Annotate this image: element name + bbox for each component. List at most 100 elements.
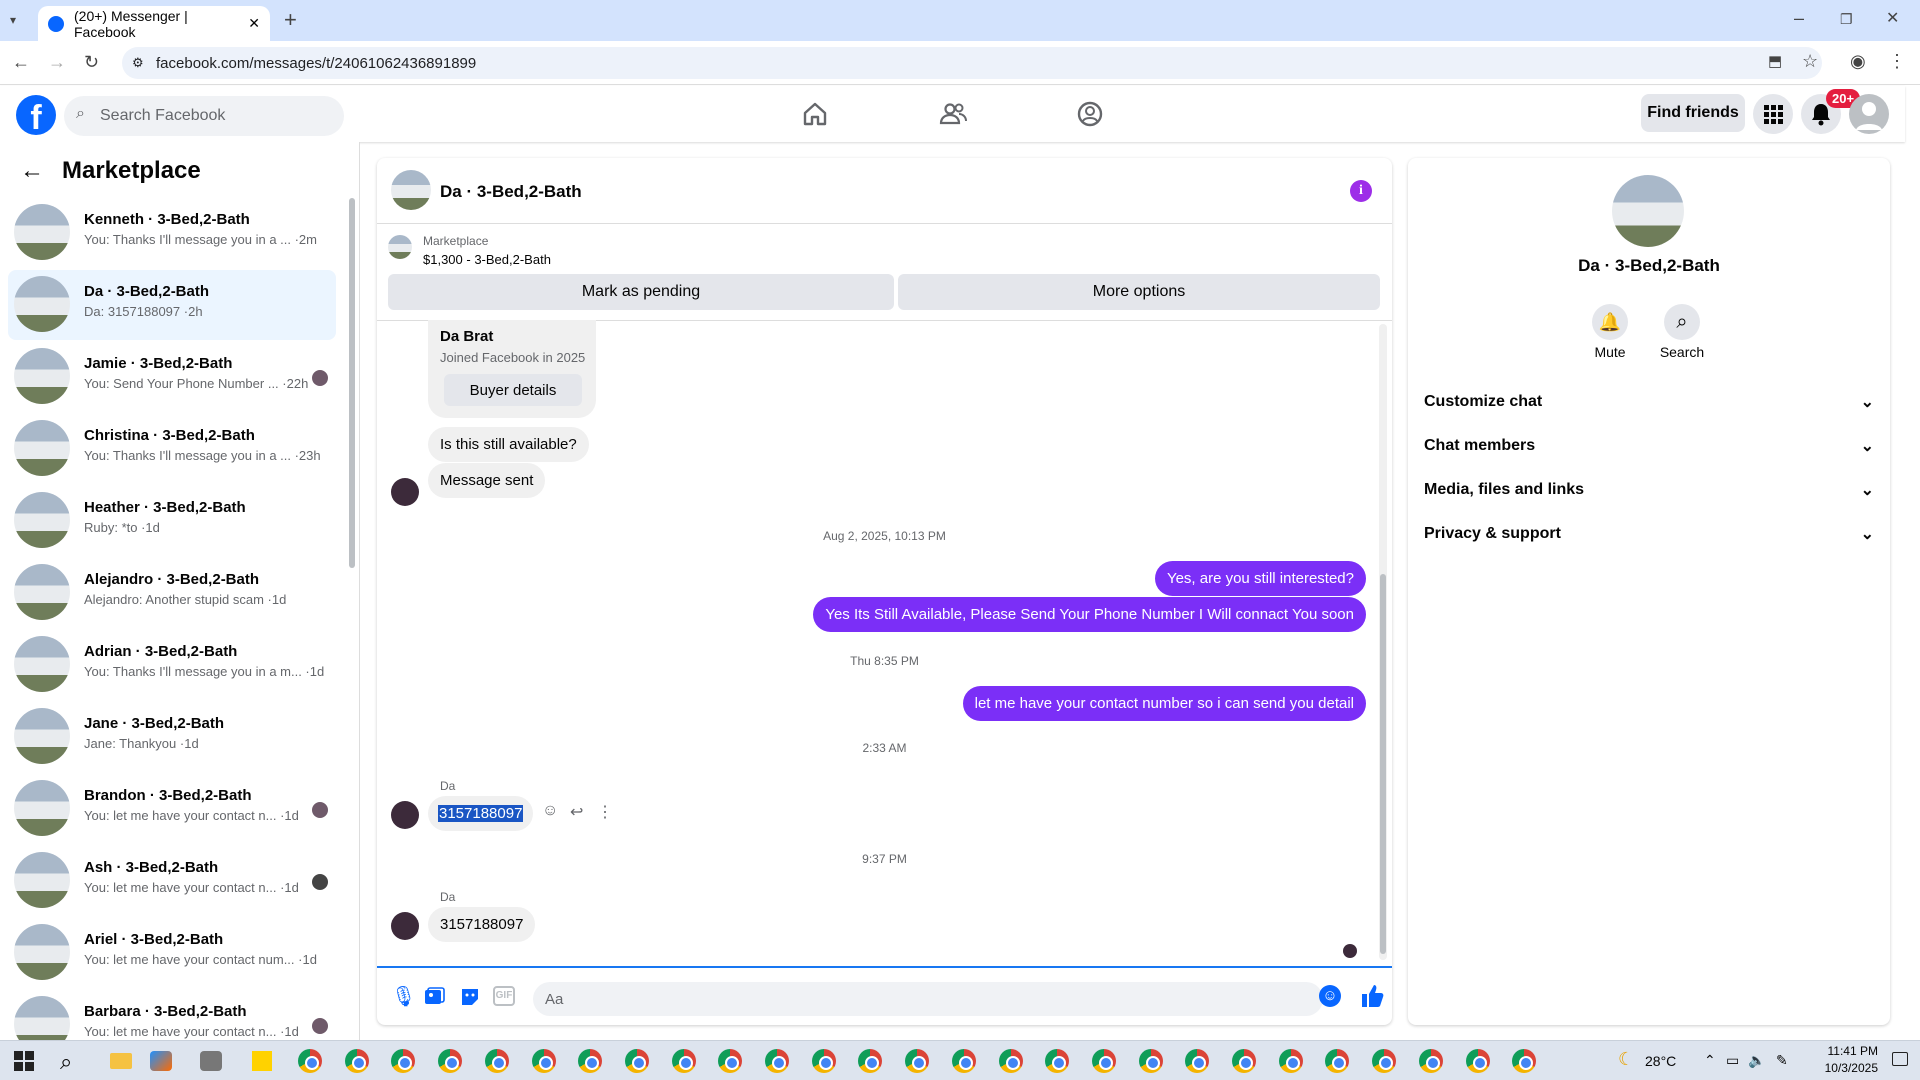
find-friends-button[interactable]: Find friends	[1641, 94, 1745, 132]
more-options-button[interactable]: More options	[898, 274, 1380, 310]
bookmark-star-icon[interactable]: ☆	[1802, 51, 1818, 71]
chrome-taskbar-icon[interactable]	[1418, 1049, 1443, 1073]
chrome-taskbar-icon[interactable]	[1091, 1049, 1116, 1073]
chrome-taskbar-icon[interactable]	[1232, 1049, 1256, 1073]
chrome-taskbar-icon[interactable]	[298, 1049, 322, 1073]
search-conversation-button[interactable]: ⌕	[1664, 304, 1700, 340]
listing-price[interactable]: $1,300 - 3-Bed,2-Bath	[423, 252, 551, 267]
conversation-item[interactable]: Jane · 3-Bed,2-Bath Jane: Thankyou ·1d	[8, 702, 336, 772]
groups-icon[interactable]	[1076, 100, 1104, 128]
message-bubble[interactable]: Message sent	[428, 463, 546, 498]
message-bubble[interactable]: 3157188097	[428, 796, 534, 831]
conversation-item[interactable]: Heather · 3-Bed,2-Bath Ruby: *to ·1d	[8, 486, 336, 556]
reload-icon[interactable]: ↻	[84, 52, 99, 72]
customize-chat-row[interactable]: Customize chat ⌄	[1424, 380, 1874, 424]
sent-message-bubble[interactable]: Yes, are you still interested?	[1154, 561, 1366, 596]
url-field[interactable]: ⚙ facebook.com/messages/t/24061062436891…	[122, 47, 1822, 79]
selected-phone-text[interactable]: 3157188097	[438, 805, 524, 822]
sidebar-scrollbar[interactable]	[349, 198, 355, 568]
emoji-icon[interactable]: ☺	[1319, 985, 1341, 1007]
chrome-taskbar-icon[interactable]	[1325, 1049, 1350, 1073]
sticky-notes-icon[interactable]	[252, 1051, 272, 1071]
chrome-taskbar-icon[interactable]	[811, 1049, 836, 1073]
account-avatar[interactable]	[1849, 94, 1889, 134]
thumbs-up-icon[interactable]	[1359, 983, 1385, 1009]
conversation-item[interactable]: Barbara · 3-Bed,2-Bath You: let me have y…	[8, 990, 336, 1040]
temperature[interactable]: 28°C	[1645, 1053, 1676, 1069]
chrome-taskbar-icon[interactable]	[1512, 1049, 1537, 1073]
message-input[interactable]: Aa	[533, 982, 1323, 1016]
chat-scroll-thumb[interactable]	[1380, 574, 1386, 954]
copilot-icon[interactable]	[150, 1051, 172, 1071]
gif-icon[interactable]: GIF	[493, 986, 515, 1006]
chrome-taskbar-icon[interactable]	[531, 1049, 556, 1073]
windows-start-icon[interactable]	[14, 1051, 34, 1071]
conversation-item[interactable]: Ash · 3-Bed,2-Bath You: let me have your …	[8, 846, 336, 916]
chrome-taskbar-icon[interactable]	[1465, 1049, 1490, 1073]
tray-chevron-icon[interactable]: ⌃	[1704, 1052, 1716, 1069]
conversation-item[interactable]: Christina · 3-Bed,2-Bath You: Thanks I'll…	[8, 414, 336, 484]
back-icon[interactable]: ←	[12, 52, 30, 72]
chrome-taskbar-icon[interactable]	[858, 1049, 883, 1073]
chrome-taskbar-icon[interactable]	[671, 1049, 696, 1073]
more-actions-icon[interactable]: ⋮	[597, 802, 613, 822]
chrome-taskbar-icon[interactable]	[1185, 1049, 1210, 1073]
forward-icon[interactable]: →	[48, 52, 66, 72]
clock-date[interactable]: 10/3/2025	[1818, 1061, 1878, 1075]
install-app-icon[interactable]: ⬒	[1768, 52, 1782, 72]
sent-message-bubble[interactable]: Yes Its Still Available, Please Send You…	[813, 597, 1366, 632]
chat-title[interactable]: Da · 3-Bed,2-Bath	[440, 182, 582, 202]
conversation-item[interactable]: Ariel · 3-Bed,2-Bath You: let me have you…	[8, 918, 336, 988]
mute-button[interactable]: 🔔	[1592, 304, 1628, 340]
chrome-taskbar-icon[interactable]	[578, 1049, 603, 1073]
volume-icon[interactable]: 🔈	[1748, 1052, 1765, 1069]
microphone-icon[interactable]: 🎙	[391, 984, 416, 1009]
info-icon[interactable]: i	[1350, 180, 1372, 202]
chrome-taskbar-icon[interactable]	[624, 1049, 649, 1073]
chrome-taskbar-icon[interactable]	[1138, 1049, 1163, 1073]
chrome-taskbar-icon[interactable]	[951, 1049, 976, 1073]
tab-search-icon[interactable]: ▾	[10, 10, 16, 30]
chrome-taskbar-icon[interactable]	[438, 1049, 463, 1073]
message-bubble[interactable]: 3157188097	[428, 907, 536, 942]
chrome-menu-icon[interactable]: ⋮	[1888, 51, 1906, 71]
site-info-icon[interactable]: ⚙	[132, 55, 144, 71]
conversation-item[interactable]: Kenneth · 3-Bed,2-Bath You: Thanks I'll m…	[8, 198, 336, 268]
network-icon[interactable]: ▭	[1726, 1052, 1739, 1069]
chrome-taskbar-icon[interactable]	[391, 1049, 416, 1073]
back-arrow-icon[interactable]: ←	[20, 157, 44, 185]
chat-avatar[interactable]	[391, 170, 431, 210]
new-tab-icon[interactable]: +	[284, 9, 297, 31]
file-explorer-icon[interactable]	[110, 1053, 132, 1069]
profile-icon[interactable]: ◉	[1850, 51, 1866, 71]
home-icon[interactable]	[801, 100, 829, 128]
facebook-logo[interactable]: f	[16, 95, 56, 135]
conversation-item[interactable]: Alejandro · 3-Bed,2-Bath Alejandro: Anoth…	[8, 558, 336, 628]
buyer-details-button[interactable]: Buyer details	[444, 374, 582, 406]
photo-icon[interactable]	[423, 986, 445, 1008]
pen-icon[interactable]: ✎	[1776, 1052, 1788, 1069]
chrome-taskbar-icon[interactable]	[998, 1049, 1023, 1073]
privacy-support-row[interactable]: Privacy & support ⌄	[1424, 512, 1874, 556]
close-tab-icon[interactable]: ✕	[248, 15, 260, 32]
restore-icon[interactable]: ❐	[1840, 9, 1853, 29]
sent-message-bubble[interactable]: let me have your contact number so i can…	[962, 686, 1366, 721]
chrome-taskbar-icon[interactable]	[1045, 1049, 1070, 1073]
sticker-icon[interactable]	[459, 986, 481, 1008]
conversation-item[interactable]: Da · 3-Bed,2-Bath Da: 3157188097 ·2h	[8, 270, 336, 340]
chrome-taskbar-icon[interactable]	[1278, 1049, 1303, 1073]
reply-icon[interactable]: ↩	[570, 802, 583, 822]
taskbar-search-icon[interactable]: ⌕	[60, 1049, 72, 1075]
chrome-taskbar-icon[interactable]	[905, 1049, 930, 1073]
chrome-taskbar-icon[interactable]	[765, 1049, 789, 1073]
chat-members-row[interactable]: Chat members ⌄	[1424, 424, 1874, 468]
message-bubble[interactable]: Is this still available?	[428, 427, 589, 462]
notification-center-icon[interactable]	[1892, 1052, 1908, 1066]
conversation-item[interactable]: Jamie · 3-Bed,2-Bath You: Send Your Phone…	[8, 342, 336, 412]
conversation-item[interactable]: Adrian · 3-Bed,2-Bath You: Thanks I'll me…	[8, 630, 336, 700]
conversation-item[interactable]: Brandon · 3-Bed,2-Bath You: let me have y…	[8, 774, 336, 844]
minimize-icon[interactable]: –	[1794, 8, 1804, 28]
chrome-taskbar-icon[interactable]	[484, 1049, 509, 1073]
profile-avatar[interactable]	[1612, 175, 1684, 247]
mark-pending-button[interactable]: Mark as pending	[388, 274, 894, 310]
